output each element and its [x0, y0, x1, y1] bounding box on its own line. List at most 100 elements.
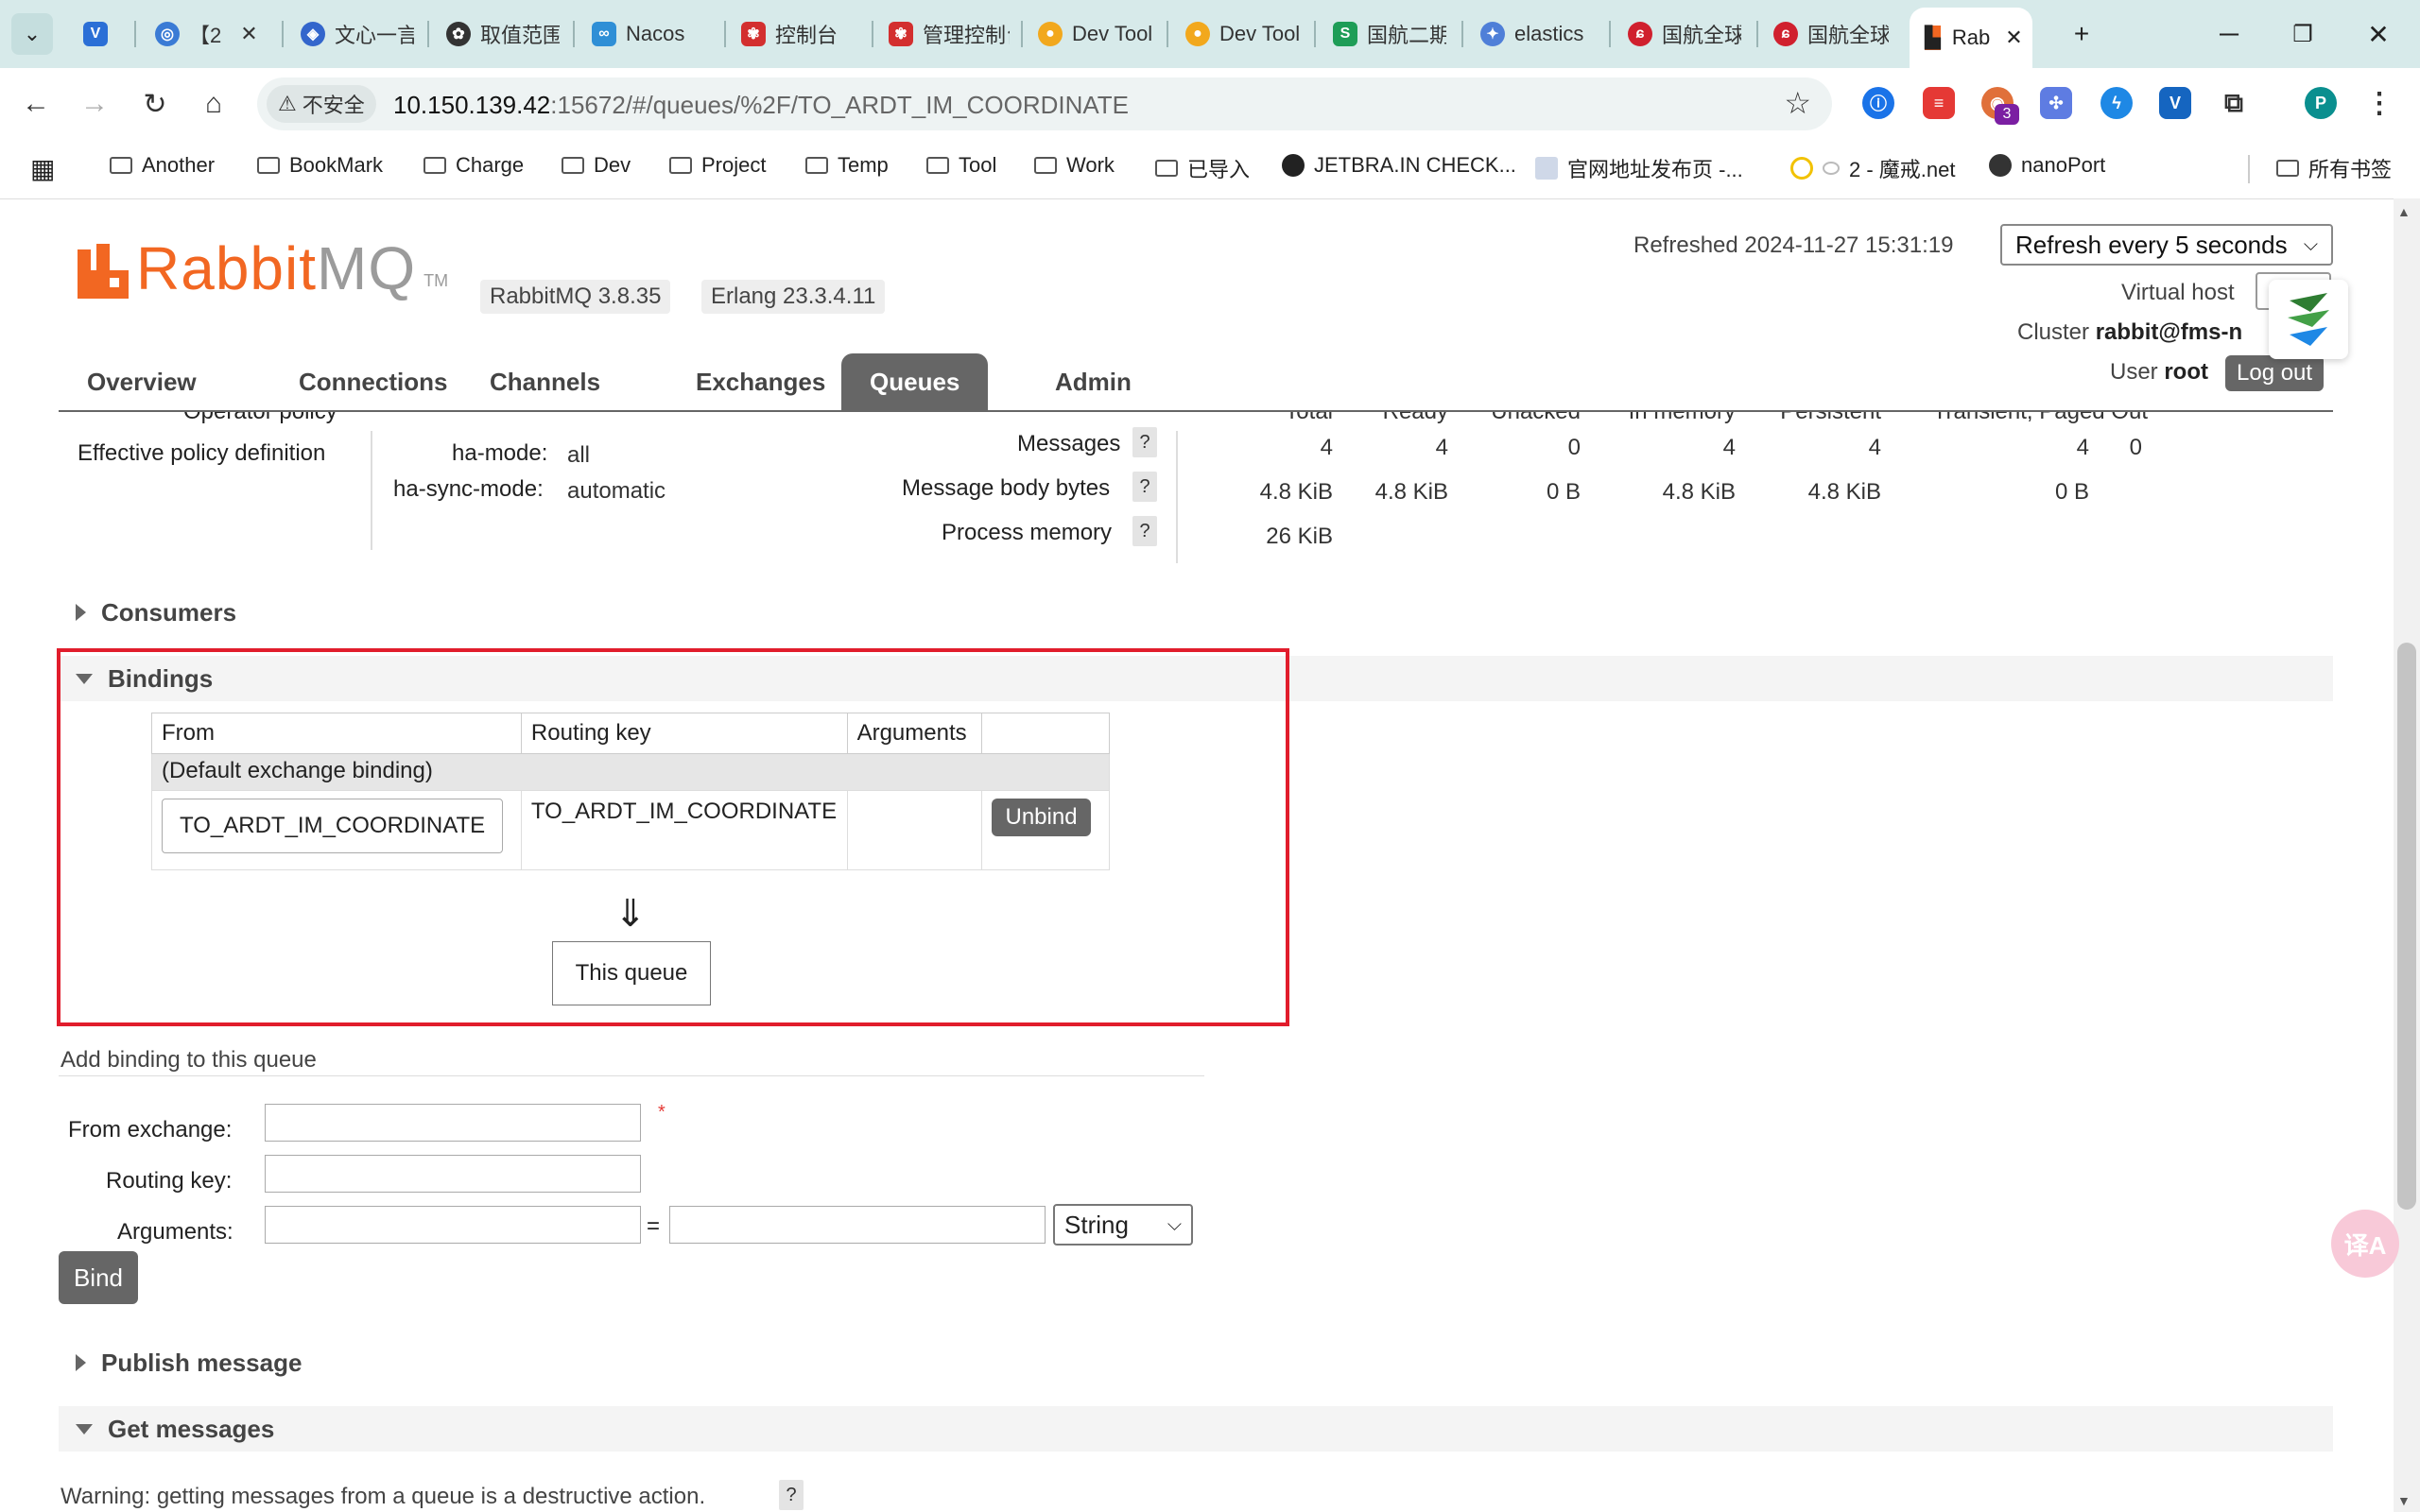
huawei-icon: ✾ [741, 22, 766, 46]
close-icon[interactable]: ✕ [240, 22, 257, 46]
tab-separator [282, 21, 284, 47]
bookmark-folder-bookmark[interactable]: BookMark [257, 153, 383, 178]
restore-icon[interactable]: ❐ [2282, 13, 2324, 55]
tab-search-button[interactable]: ⌄ [11, 13, 53, 55]
tab-10[interactable]: S 国航二期 [1333, 11, 1446, 57]
translate-button[interactable]: 译A [2331, 1210, 2399, 1278]
bookmark-mojie[interactable]: 2 - 魔戒.net [1790, 153, 1955, 183]
help-button[interactable]: ? [1132, 516, 1157, 546]
scrollbar-thumb[interactable] [2397, 643, 2416, 1210]
ha-sync-mode-key: ha-sync-mode: [393, 476, 544, 502]
bookmark-folder-tool[interactable]: Tool [926, 153, 996, 178]
rabbitmq-logo[interactable]: RabbitMQ TM [78, 238, 448, 299]
nav-tab-exchanges[interactable]: Exchanges [667, 353, 854, 410]
graph-extension-icon[interactable]: ✣ [2040, 87, 2072, 119]
scroll-down-icon[interactable]: ▼ [2397, 1493, 2411, 1508]
add-binding-heading: Add binding to this queue [60, 1047, 317, 1073]
argument-value-input[interactable] [669, 1206, 1046, 1244]
tab-3[interactable]: ◈ 文心一言 [301, 11, 414, 57]
huawei-icon: ✾ [889, 22, 913, 46]
tab-9[interactable]: ● Dev Tools [1185, 11, 1299, 57]
bookmark-nanoport[interactable]: nanoPort [1989, 153, 2105, 178]
help-button[interactable]: ? [1132, 472, 1157, 502]
extensions-puzzle-icon[interactable]: ⧉ [2218, 87, 2250, 119]
bookmark-folder-another[interactable]: Another [110, 153, 215, 178]
bookmark-star-icon[interactable]: ☆ [1784, 85, 1811, 121]
new-tab-button[interactable]: + [2061, 13, 2102, 55]
tab-6[interactable]: ✾ 控制台 [741, 11, 864, 57]
from-exchange-input[interactable] [265, 1104, 641, 1142]
forward-arrow-icon[interactable]: → [74, 83, 115, 125]
security-indicator[interactable]: ⚠ 不安全 [267, 85, 376, 123]
argument-type-select[interactable]: String ⌵ [1053, 1204, 1193, 1246]
insecure-label: 不安全 [302, 94, 365, 117]
routing-key-input[interactable] [265, 1155, 641, 1193]
body-bytes-ready: 4.8 KiB [1374, 479, 1448, 505]
notes-extension-icon[interactable]: ≡ [1923, 87, 1955, 119]
get-messages-section-toggle[interactable]: Get messages [59, 1406, 2333, 1452]
tab-8[interactable]: ● Dev Tools [1038, 11, 1151, 57]
address-bar[interactable]: ⚠ 不安全 10.150.139.42:15672/#/queues/%2F/T… [257, 77, 1832, 130]
home-icon[interactable]: ⌂ [193, 83, 234, 125]
consumers-section-toggle[interactable]: Consumers [59, 590, 2333, 635]
apps-grid-icon[interactable]: ▦ [30, 153, 55, 184]
all-bookmarks-folder[interactable]: 所有书签 [2276, 153, 2392, 183]
tab-rabbitmq-active[interactable]: ▙ Rab ✕ [1910, 8, 2032, 68]
bookmark-folder-imported[interactable]: 已导入 [1155, 153, 1250, 183]
1password-icon[interactable]: ⓘ [1862, 87, 1894, 119]
tab-1[interactable]: V [83, 11, 121, 57]
body-bytes-persistent: 4.8 KiB [1807, 479, 1881, 505]
floating-extension-widget[interactable] [2269, 280, 2348, 359]
close-icon[interactable]: ✕ [2005, 26, 2022, 50]
tab-separator [1314, 21, 1316, 47]
tab-label: 国航全球 [1807, 24, 1889, 47]
bookmark-folder-work[interactable]: Work [1034, 153, 1115, 178]
folder-icon [562, 157, 584, 174]
messenger-extension-icon[interactable]: ϟ [2100, 87, 2133, 119]
routing-key-label: Routing key: [106, 1168, 233, 1194]
tab-5[interactable]: ∞ Nacos [592, 11, 715, 57]
nav-tab-overview[interactable]: Overview [59, 353, 225, 410]
tab-2[interactable]: ◎ 【2 ✕ [155, 11, 268, 57]
bookmark-folder-temp[interactable]: Temp [805, 153, 889, 178]
refresh-interval-select[interactable]: Refresh every 5 seconds ⌵ [2000, 224, 2333, 266]
chevron-down-icon: ⌵ [2303, 233, 2318, 255]
minimize-icon[interactable]: ─ [2208, 13, 2250, 55]
bookmark-official-site[interactable]: 官网地址发布页 -... [1535, 153, 1743, 183]
bookmark-label: 2 - 魔戒.net [1849, 158, 1956, 181]
layers-icon [2288, 293, 2329, 346]
nav-tab-admin[interactable]: Admin [1027, 353, 1160, 410]
back-arrow-icon[interactable]: ← [15, 83, 57, 125]
nav-tab-channels[interactable]: Channels [461, 353, 629, 410]
bookmark-label: BookMark [289, 153, 384, 177]
tab-11[interactable]: ✦ elastics [1480, 11, 1594, 57]
browser-menu-icon[interactable]: ⋮ [2363, 87, 2395, 119]
nav-tab-connections[interactable]: Connections [270, 353, 475, 410]
window-close-icon[interactable]: ✕ [2358, 13, 2399, 55]
reload-icon[interactable]: ↻ [134, 83, 176, 125]
tab-separator [134, 21, 136, 47]
help-button[interactable]: ? [779, 1480, 804, 1510]
url-text[interactable]: 10.150.139.42:15672/#/queues/%2F/TO_ARDT… [393, 91, 1129, 120]
body-bytes-transient: 0 B [2054, 479, 2089, 505]
logo-text: RabbitMQ [136, 238, 416, 299]
bookmark-folder-dev[interactable]: Dev [562, 153, 631, 178]
argument-key-input[interactable] [265, 1206, 641, 1244]
nav-tab-queues[interactable]: Queues [841, 353, 989, 410]
tab-7[interactable]: ✾ 管理控制台 [889, 11, 1010, 57]
tab-12[interactable]: ɕ 国航全球 [1628, 11, 1741, 57]
profile-avatar[interactable]: P [2305, 87, 2337, 119]
help-button[interactable]: ? [1132, 427, 1157, 457]
v-extension-icon[interactable]: V [2159, 87, 2191, 119]
bookmark-folder-project[interactable]: Project [669, 153, 766, 178]
tab-4[interactable]: ✿ 取值范围 [446, 11, 560, 57]
bind-button[interactable]: Bind [59, 1251, 138, 1304]
scroll-up-icon[interactable]: ▲ [2397, 204, 2411, 219]
tab-13[interactable]: ɕ 国航全球 [1773, 11, 1889, 57]
tab-separator [872, 21, 873, 47]
wenxin-icon: ◈ [301, 22, 325, 46]
bookmark-jetbra[interactable]: JETBRA.IN CHECK... [1282, 153, 1516, 178]
folder-icon [257, 157, 280, 174]
bookmark-folder-charge[interactable]: Charge [424, 153, 524, 178]
publish-message-section-toggle[interactable]: Publish message [59, 1340, 2333, 1385]
